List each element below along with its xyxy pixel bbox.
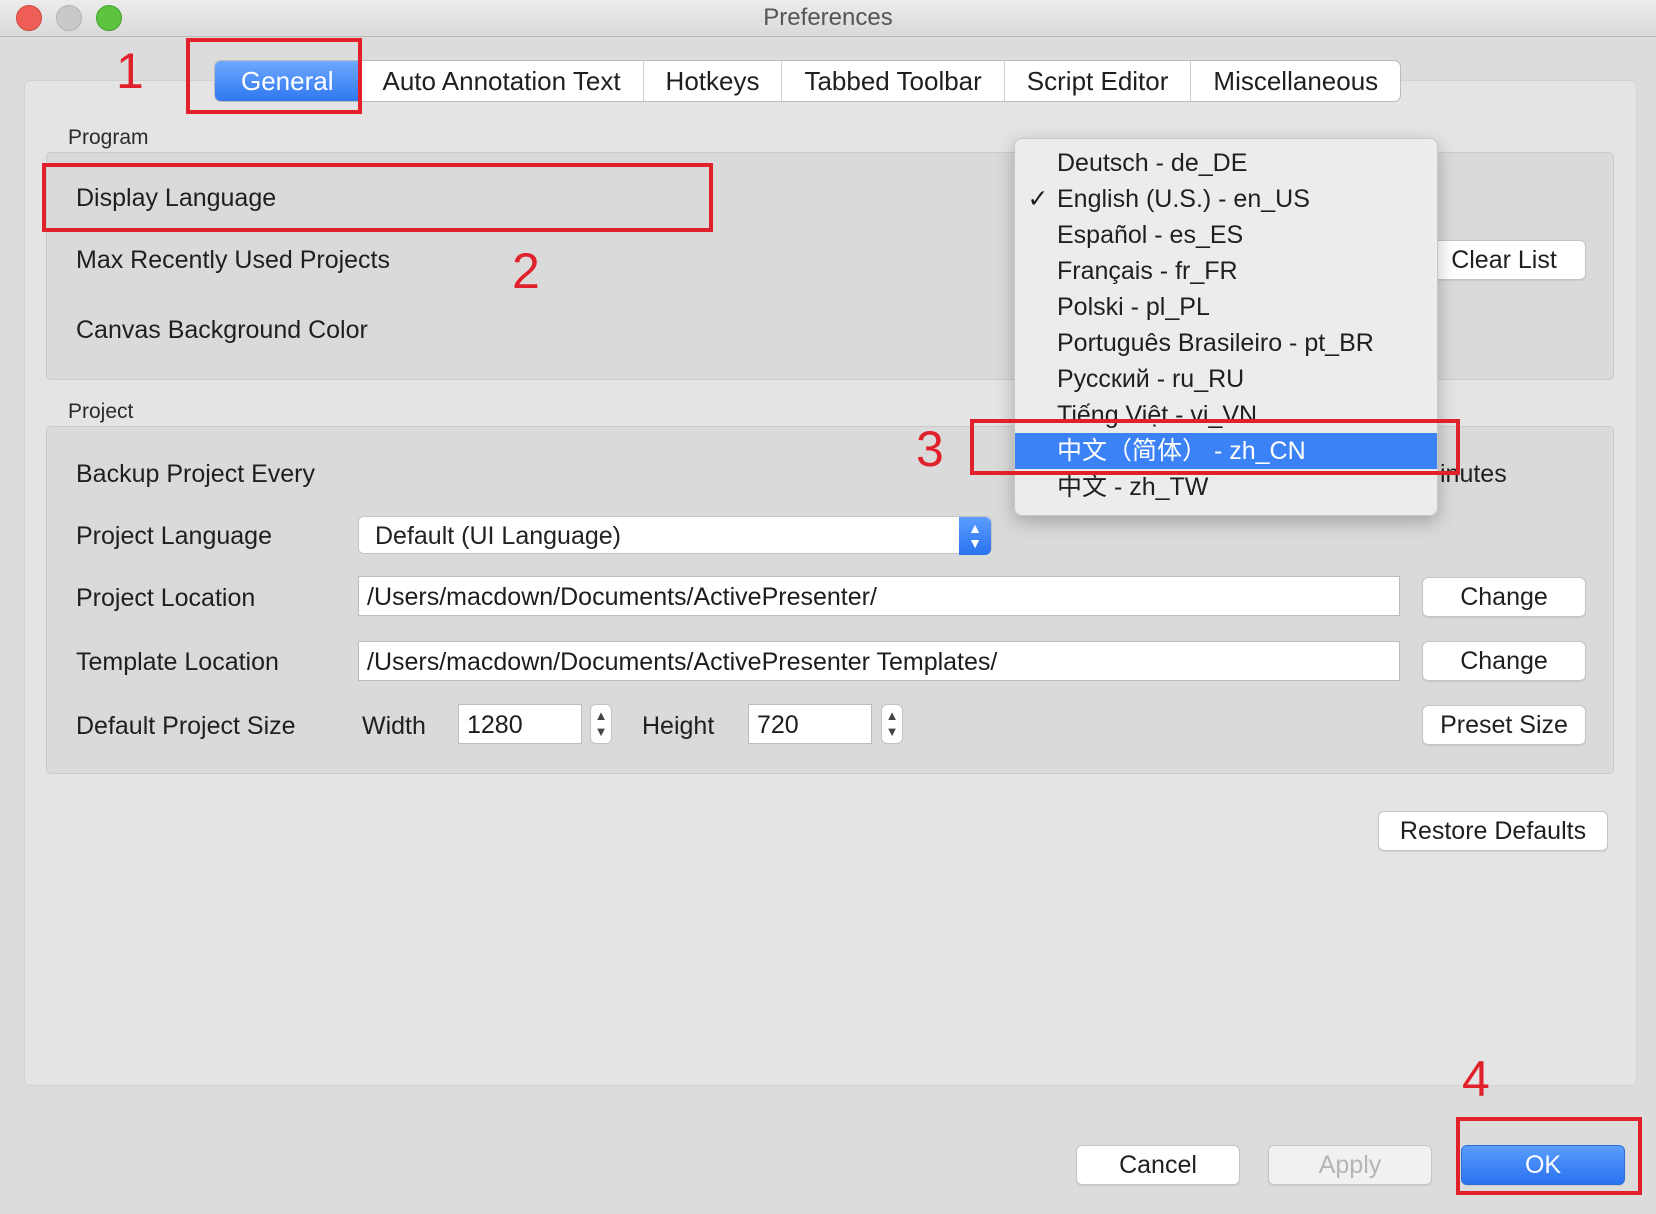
menu-item-es-es[interactable]: Español - es_ES — [1015, 217, 1437, 253]
annotation-box-display-language — [42, 163, 713, 232]
apply-button: Apply — [1268, 1145, 1432, 1185]
template-location-label: Template Location — [76, 648, 279, 676]
max-recent-projects-label: Max Recently Used Projects — [76, 246, 391, 274]
menu-item-en-us[interactable]: ✓ English (U.S.) - en_US — [1015, 181, 1437, 217]
height-stepper-icon[interactable]: ▲ ▼ — [881, 704, 903, 744]
window-title: Preferences — [763, 4, 893, 31]
height-label: Height — [642, 712, 715, 740]
menu-item-pt-br[interactable]: Português Brasileiro - pt_BR — [1015, 325, 1437, 361]
default-project-size-label: Default Project Size — [76, 712, 296, 740]
clear-list-button[interactable]: Clear List — [1422, 240, 1586, 280]
menu-item-label: Русский - ru_RU — [1057, 365, 1245, 393]
checkmark-icon: ✓ — [1027, 185, 1049, 213]
backup-project-label: Backup Project Every — [76, 460, 315, 488]
width-input[interactable]: 1280 — [458, 704, 582, 744]
tab-tabbed-toolbar[interactable]: Tabbed Toolbar — [781, 61, 1003, 101]
project-language-value: Default (UI Language) — [375, 522, 621, 550]
menu-item-label: Deutsch - de_DE — [1057, 149, 1248, 177]
title-bar: Preferences — [0, 0, 1656, 37]
template-location-field[interactable]: /Users/macdown/Documents/ActivePresenter… — [358, 641, 1400, 681]
tab-bar: General Auto Annotation Text Hotkeys Tab… — [214, 60, 1402, 102]
width-label: Width — [362, 712, 426, 740]
width-stepper-icon[interactable]: ▲ ▼ — [590, 704, 612, 744]
menu-item-label: Português Brasileiro - pt_BR — [1057, 329, 1374, 357]
preset-size-button[interactable]: Preset Size — [1422, 705, 1586, 745]
project-location-label: Project Location — [76, 584, 256, 612]
tab-auto-annotation-text[interactable]: Auto Annotation Text — [359, 61, 643, 101]
change-project-location-button[interactable]: Change — [1422, 577, 1586, 617]
tab-miscellaneous[interactable]: Miscellaneous — [1190, 61, 1400, 101]
menu-item-ru-ru[interactable]: Русский - ru_RU — [1015, 361, 1437, 397]
menu-item-pl-pl[interactable]: Polski - pl_PL — [1015, 289, 1437, 325]
annotation-box-ok-button — [1456, 1117, 1642, 1195]
menu-item-label: Français - fr_FR — [1057, 257, 1238, 285]
menu-item-de-de[interactable]: Deutsch - de_DE — [1015, 145, 1437, 181]
annotation-box-zh-cn — [970, 419, 1460, 475]
annotation-step-1: 1 — [116, 43, 144, 99]
up-down-chevron-icon: ▲ ▼ — [959, 517, 991, 555]
tab-script-editor[interactable]: Script Editor — [1003, 61, 1191, 101]
menu-item-label: English (U.S.) - en_US — [1057, 185, 1310, 213]
cancel-button[interactable]: Cancel — [1076, 1145, 1240, 1185]
annotation-box-general-tab — [186, 38, 362, 114]
tab-hotkeys[interactable]: Hotkeys — [642, 61, 782, 101]
change-template-location-button[interactable]: Change — [1422, 641, 1586, 681]
project-language-label: Project Language — [76, 522, 272, 550]
annotation-step-2: 2 — [512, 243, 540, 299]
canvas-background-color-label: Canvas Background Color — [76, 316, 368, 344]
annotation-step-3: 3 — [916, 421, 944, 477]
program-section-label: Program — [68, 126, 149, 149]
restore-defaults-button[interactable]: Restore Defaults — [1378, 811, 1608, 851]
project-section-label: Project — [68, 400, 134, 423]
height-input[interactable]: 720 — [748, 704, 872, 744]
project-language-select[interactable]: Default (UI Language) ▲ ▼ — [358, 516, 992, 555]
menu-item-fr-fr[interactable]: Français - fr_FR — [1015, 253, 1437, 289]
project-location-field[interactable]: /Users/macdown/Documents/ActivePresenter… — [358, 576, 1400, 616]
menu-item-label: Español - es_ES — [1057, 221, 1244, 249]
annotation-step-4: 4 — [1462, 1051, 1490, 1107]
menu-item-label: Polski - pl_PL — [1057, 293, 1210, 321]
